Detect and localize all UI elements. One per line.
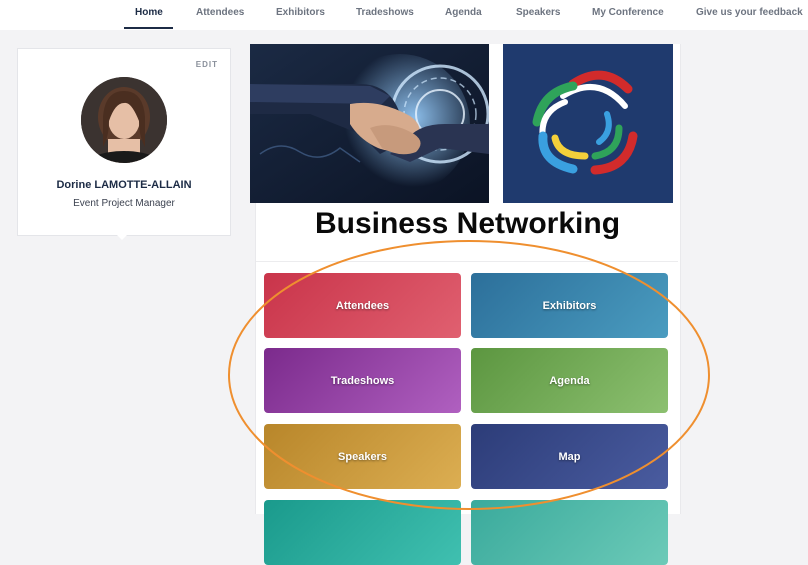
tile-label: Agenda [549,374,590,387]
handshake-image [250,44,489,203]
tile-attendees[interactable]: Attendees [264,273,461,338]
nav-attendees[interactable]: Attendees [196,7,244,18]
avatar [81,77,167,163]
edit-profile-link[interactable]: EDIT [196,60,218,69]
tile-agenda[interactable]: Agenda [471,348,668,413]
profile-name: Dorine LAMOTTE-ALLAIN [56,179,192,191]
nav-exhibitors[interactable]: Exhibitors [276,7,325,18]
profile-role: Event Project Manager [73,198,175,209]
nav-speakers[interactable]: Speakers [516,7,560,18]
section-title: Business Networking [314,207,621,240]
nav-feedback[interactable]: Give us your feedback [696,7,803,18]
tile-label: Tradeshows [330,374,395,387]
top-navigation: Home Attendees Exhibitors Tradeshows Age… [0,0,808,30]
tile-map[interactable]: Map [471,424,668,489]
tile-label [264,500,461,565]
section-divider [256,261,678,262]
tile-tradeshows[interactable]: Tradeshows [264,348,461,413]
card-pointer [116,234,128,240]
tile-speakers[interactable]: Speakers [264,424,461,489]
tile-label [471,500,668,565]
tile-partial-left[interactable] [264,500,461,565]
nav-agenda[interactable]: Agenda [445,7,482,18]
tile-label: Speakers [338,450,387,463]
nav-home[interactable]: Home [135,7,163,18]
tile-partial-right[interactable] [471,500,668,565]
active-tab-indicator [124,27,173,29]
spiral-logo [503,44,673,203]
nav-tradeshows[interactable]: Tradeshows [356,7,414,18]
tile-label: Exhibitors [542,299,597,312]
nav-my-conference[interactable]: My Conference [592,7,664,18]
tile-exhibitors[interactable]: Exhibitors [471,273,668,338]
profile-card: EDIT Dorine LAMOTTE-ALLAIN Event Project… [17,48,231,236]
tile-label: Map [558,450,581,463]
tile-label: Attendees [335,299,390,312]
